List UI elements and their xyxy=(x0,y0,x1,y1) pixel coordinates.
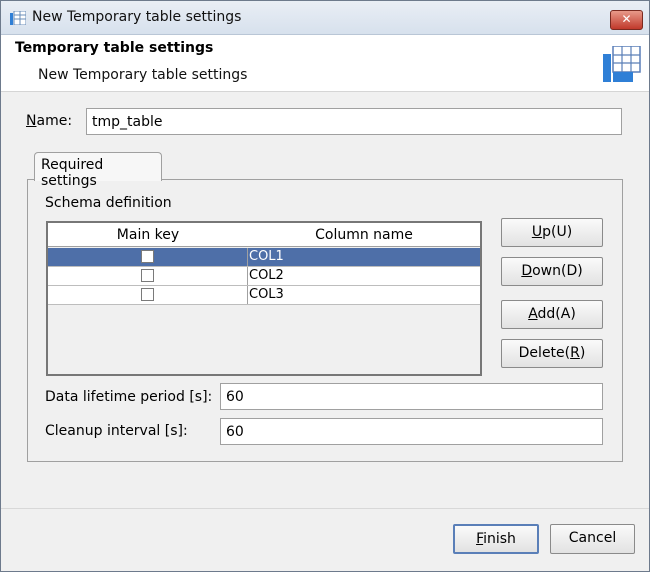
main-key-checkbox[interactable] xyxy=(141,250,154,263)
column-name-cell[interactable]: COL3 xyxy=(249,287,284,302)
cleanup-label: Cleanup interval [s]: xyxy=(45,423,188,439)
name-input[interactable] xyxy=(86,108,622,135)
main-key-cell xyxy=(48,286,248,304)
finish-button[interactable]: Finish xyxy=(453,524,539,554)
close-icon: ✕ xyxy=(621,12,632,26)
name-label: Name: xyxy=(26,113,73,129)
dialog-window: New Temporary table settings ✕ Temporary… xyxy=(0,0,650,572)
add-button[interactable]: Add(A) xyxy=(501,300,603,329)
schema-table: Main key Column name COL1 COL2 COL3 xyxy=(46,221,482,376)
column-name-cell[interactable]: COL1 xyxy=(249,249,284,264)
cleanup-input[interactable] xyxy=(220,418,603,445)
header-title: Temporary table settings xyxy=(15,40,214,56)
header-column-name[interactable]: Column name xyxy=(248,223,480,247)
up-button[interactable]: Up(U) xyxy=(501,218,603,247)
title-bar: New Temporary table settings ✕ xyxy=(1,1,649,35)
main-key-cell xyxy=(48,267,248,285)
column-name-cell[interactable]: COL2 xyxy=(249,268,284,283)
header-main-key[interactable]: Main key xyxy=(48,223,249,247)
tab-required-settings[interactable]: Required settings xyxy=(34,152,162,189)
app-table-icon xyxy=(10,11,26,25)
header-subtitle: New Temporary table settings xyxy=(38,67,248,83)
window-title: New Temporary table settings xyxy=(32,9,242,25)
down-button[interactable]: Down(D) xyxy=(501,257,603,286)
close-button[interactable]: ✕ xyxy=(610,10,643,30)
lifetime-input[interactable] xyxy=(220,383,603,410)
schema-title: Schema definition xyxy=(45,195,172,211)
delete-button[interactable]: Delete(R) xyxy=(501,339,603,368)
cancel-button[interactable]: Cancel xyxy=(550,524,635,554)
main-key-checkbox[interactable] xyxy=(141,288,154,301)
main-key-checkbox[interactable] xyxy=(141,269,154,282)
table-row[interactable]: COL2 xyxy=(48,267,480,286)
table-row[interactable]: COL1 xyxy=(48,248,480,267)
table-row[interactable]: COL3 xyxy=(48,286,480,305)
wizard-header: Temporary table settings New Temporary t… xyxy=(1,35,649,92)
lifetime-label: Data lifetime period [s]: xyxy=(45,389,213,405)
table-grid-icon xyxy=(603,46,641,82)
footer-divider xyxy=(1,508,649,509)
main-key-cell xyxy=(48,248,248,266)
